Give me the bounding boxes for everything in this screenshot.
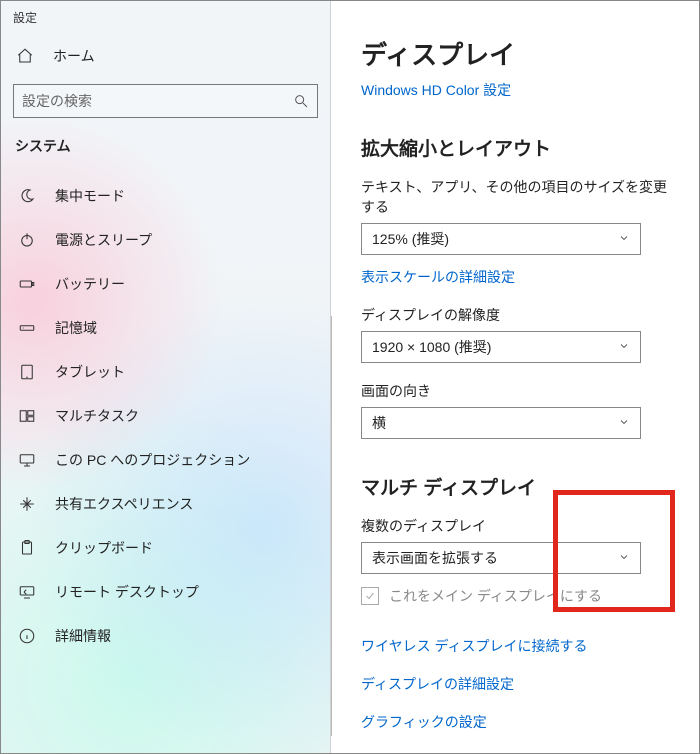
search-input[interactable] xyxy=(22,93,293,109)
sidebar-item-remote[interactable]: リモート デスクトップ xyxy=(1,570,330,614)
scale-value: 125% (推奨) xyxy=(372,229,449,249)
sidebar-item-info[interactable]: 詳細情報 xyxy=(1,614,330,658)
sidebar-nav-list: 集中モード 電源とスリープ バッテリー 記憶域 タブレット マルチタスク xyxy=(1,174,330,658)
shared-icon xyxy=(17,494,37,514)
wireless-link[interactable]: ワイヤレス ディスプレイに接続する xyxy=(361,636,679,656)
chevron-down-icon xyxy=(618,550,630,566)
sidebar-item-projection[interactable]: この PC へのプロジェクション xyxy=(1,438,330,482)
info-icon xyxy=(17,626,37,646)
resolution-label: ディスプレイの解像度 xyxy=(361,305,679,325)
sidebar-item-clipboard[interactable]: クリップボード xyxy=(1,526,330,570)
sidebar-item-label: 詳細情報 xyxy=(55,626,316,646)
sidebar-item-label: 電源とスリープ xyxy=(55,230,316,250)
section-scale: 拡大縮小とレイアウト xyxy=(361,134,679,161)
resolution-dropdown[interactable]: 1920 × 1080 (推奨) xyxy=(361,331,641,363)
scale-label: テキスト、アプリ、その他の項目のサイズを変更する xyxy=(361,177,679,217)
sidebar-item-label: この PC へのプロジェクション xyxy=(55,450,316,470)
clipboard-icon xyxy=(17,538,37,558)
search-wrap xyxy=(1,78,330,128)
settings-window: 設定 ホーム システム 集中モード 電源とスリープ xyxy=(0,0,700,754)
page-title: ディスプレイ xyxy=(361,35,679,72)
tablet-icon xyxy=(17,362,37,382)
chevron-down-icon xyxy=(618,339,630,355)
orientation-value: 横 xyxy=(372,413,386,433)
multitask-icon xyxy=(17,406,37,426)
scale-dropdown[interactable]: 125% (推奨) xyxy=(361,223,641,255)
orientation-label: 画面の向き xyxy=(361,381,679,401)
sidebar-item-label: クリップボード xyxy=(55,538,316,558)
graphics-link[interactable]: グラフィックの設定 xyxy=(361,712,679,732)
battery-icon xyxy=(17,274,37,294)
app-title: 設定 xyxy=(1,7,330,34)
sidebar-item-power[interactable]: 電源とスリープ xyxy=(1,218,330,262)
storage-icon xyxy=(17,318,37,338)
chevron-down-icon xyxy=(618,415,630,431)
content-pane: ディスプレイ Windows HD Color 設定 拡大縮小とレイアウト テキ… xyxy=(331,1,699,753)
sidebar-item-multitask[interactable]: マルチタスク xyxy=(1,394,330,438)
sidebar-item-label: 記憶域 xyxy=(55,318,316,338)
sidebar: 設定 ホーム システム 集中モード 電源とスリープ xyxy=(1,1,331,753)
remote-icon xyxy=(17,582,37,602)
hd-color-link[interactable]: Windows HD Color 設定 xyxy=(361,80,511,100)
nav-home-label: ホーム xyxy=(53,46,316,66)
sidebar-item-shared[interactable]: 共有エクスペリエンス xyxy=(1,482,330,526)
sidebar-category: システム xyxy=(1,128,330,174)
sidebar-item-storage[interactable]: 記憶域 xyxy=(1,306,330,350)
sidebar-item-tablet[interactable]: タブレット xyxy=(1,350,330,394)
scroll-indicator[interactable] xyxy=(331,316,337,736)
sidebar-item-label: マルチタスク xyxy=(55,406,316,426)
multi-label: 複数のディスプレイ xyxy=(361,516,679,536)
main-display-label: これをメイン ディスプレイにする xyxy=(389,586,602,606)
advanced-display-link[interactable]: ディスプレイの詳細設定 xyxy=(361,674,679,694)
section-multi: マルチ ディスプレイ xyxy=(361,473,679,500)
scale-advanced-link[interactable]: 表示スケールの詳細設定 xyxy=(361,267,679,287)
search-box[interactable] xyxy=(13,84,318,118)
moon-icon xyxy=(17,186,37,206)
sidebar-item-label: タブレット xyxy=(55,362,316,382)
projection-icon xyxy=(17,450,37,470)
sidebar-item-focus[interactable]: 集中モード xyxy=(1,174,330,218)
multi-display-dropdown[interactable]: 表示画面を拡張する xyxy=(361,542,641,574)
main-display-checkbox[interactable] xyxy=(361,587,379,605)
main-display-checkbox-row: これをメイン ディスプレイにする xyxy=(361,586,679,606)
sidebar-item-label: 集中モード xyxy=(55,186,316,206)
multi-value: 表示画面を拡張する xyxy=(372,548,498,568)
home-icon xyxy=(15,46,35,66)
sidebar-item-label: 共有エクスペリエンス xyxy=(55,494,316,514)
sidebar-item-label: バッテリー xyxy=(55,274,316,294)
sidebar-item-battery[interactable]: バッテリー xyxy=(1,262,330,306)
bottom-links: ワイヤレス ディスプレイに接続する ディスプレイの詳細設定 グラフィックの設定 xyxy=(361,636,679,732)
chevron-down-icon xyxy=(618,231,630,247)
search-icon xyxy=(293,93,309,109)
orientation-dropdown[interactable]: 横 xyxy=(361,407,641,439)
resolution-value: 1920 × 1080 (推奨) xyxy=(372,337,491,357)
sidebar-item-label: リモート デスクトップ xyxy=(55,582,316,602)
nav-home[interactable]: ホーム xyxy=(1,34,330,78)
power-icon xyxy=(17,230,37,250)
